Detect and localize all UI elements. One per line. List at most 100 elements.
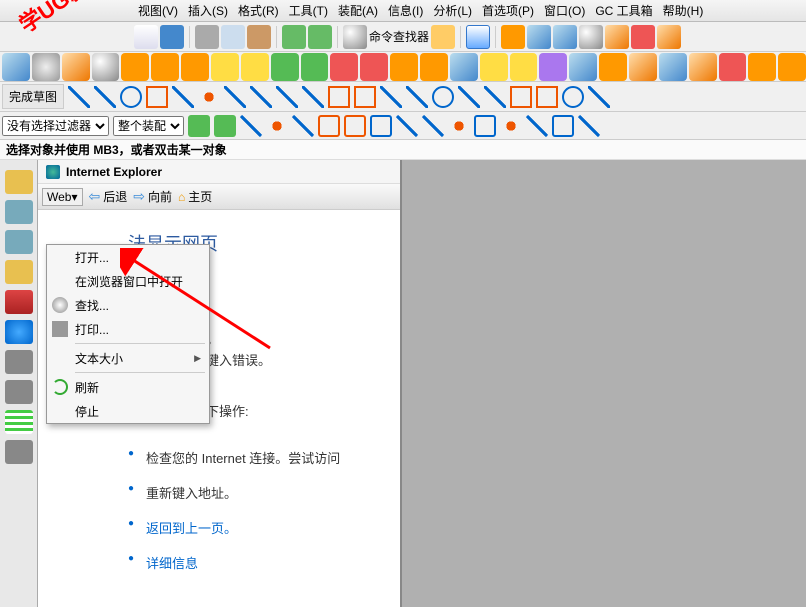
fillet-icon[interactable] [224, 86, 246, 108]
block-icon[interactable] [2, 53, 30, 81]
menu-refresh[interactable]: 刷新 [47, 375, 209, 399]
mirror-curve-icon[interactable] [354, 86, 376, 108]
reuse-icon[interactable] [5, 260, 33, 284]
thicken-icon[interactable] [689, 53, 717, 81]
draft-icon[interactable] [420, 53, 448, 81]
menu-find[interactable]: 查找... [47, 293, 209, 317]
menu-open[interactable]: 打开... [47, 245, 209, 269]
menu-stop[interactable]: 停止 [47, 399, 209, 423]
menu-print[interactable]: 打印... [47, 317, 209, 341]
sel5-icon[interactable] [292, 115, 314, 137]
assembly-nav-icon[interactable] [5, 200, 33, 224]
constraint-nav-icon[interactable] [5, 230, 33, 254]
pad-icon[interactable] [301, 53, 329, 81]
snap6-icon[interactable] [526, 115, 548, 137]
snap4-icon[interactable] [474, 115, 496, 137]
filter-select[interactable]: 没有选择过滤器 [2, 116, 109, 136]
revolve-icon[interactable] [151, 53, 179, 81]
arc-icon[interactable] [94, 86, 116, 108]
menu-format[interactable]: 格式(R) [234, 0, 283, 21]
feature3-icon[interactable] [778, 53, 806, 81]
sel3-icon[interactable] [240, 115, 262, 137]
back-button[interactable]: ⇦后退 [89, 188, 128, 205]
assembly-select[interactable]: 整个装配 [113, 116, 184, 136]
wireframe-icon[interactable] [553, 25, 577, 49]
extra-icon[interactable] [5, 440, 33, 464]
snap7-icon[interactable] [552, 115, 574, 137]
home-button[interactable]: ⌂主页 [178, 188, 212, 205]
constraint-icon[interactable] [406, 86, 428, 108]
shade-icon[interactable] [527, 25, 551, 49]
line-icon[interactable] [68, 86, 90, 108]
feature2-icon[interactable] [748, 53, 776, 81]
graphics-viewport[interactable] [402, 160, 806, 607]
snap5-icon[interactable] [500, 115, 522, 137]
sk2-icon[interactable] [458, 86, 480, 108]
offset-curve-icon[interactable] [302, 86, 324, 108]
subtract-icon[interactable] [510, 53, 538, 81]
snap1-icon[interactable] [396, 115, 418, 137]
sel7-icon[interactable] [344, 115, 366, 137]
view2-icon[interactable] [657, 25, 681, 49]
suggestion-go-back[interactable]: 返回到上一页。 [128, 510, 390, 545]
project-icon[interactable] [328, 86, 350, 108]
snap3-icon[interactable] [448, 115, 470, 137]
menu-view[interactable]: 视图(V) [134, 0, 182, 21]
scale-icon[interactable] [659, 53, 687, 81]
web-menu-button[interactable]: Web▾ [42, 188, 83, 206]
shell-icon[interactable] [390, 53, 418, 81]
system-icon[interactable] [5, 380, 33, 404]
menu-tools[interactable]: 工具(T) [285, 0, 332, 21]
sel8-icon[interactable] [370, 115, 392, 137]
sk1-icon[interactable] [432, 86, 454, 108]
save-icon[interactable] [160, 25, 184, 49]
trim-curve-icon[interactable] [250, 86, 272, 108]
menu-analysis[interactable]: 分析(L) [429, 0, 476, 21]
suggestion-details[interactable]: 详细信息 [128, 545, 390, 580]
unite-icon[interactable] [480, 53, 508, 81]
redo-icon[interactable] [308, 25, 332, 49]
paste-icon[interactable] [247, 25, 271, 49]
part-navigator-icon[interactable] [5, 170, 33, 194]
forward-button[interactable]: ⇨向前 [133, 188, 172, 205]
pattern-icon[interactable] [599, 53, 627, 81]
mirror-icon[interactable] [569, 53, 597, 81]
chamfer-icon[interactable] [360, 53, 388, 81]
menu-gc-toolbox[interactable]: GC 工具箱 [591, 0, 656, 21]
snap2-icon[interactable] [422, 115, 444, 137]
snap8-icon[interactable] [578, 115, 600, 137]
sk7-icon[interactable] [588, 86, 610, 108]
copy-icon[interactable] [221, 25, 245, 49]
menu-prefs[interactable]: 首选项(P) [478, 0, 538, 21]
blend-icon[interactable] [330, 53, 358, 81]
menu-insert[interactable]: 插入(S) [184, 0, 232, 21]
sk4-icon[interactable] [510, 86, 532, 108]
undo-icon[interactable] [282, 25, 306, 49]
menu-text-size[interactable]: 文本大小 [47, 346, 209, 370]
pocket-icon[interactable] [271, 53, 299, 81]
offset-icon[interactable] [629, 53, 657, 81]
boss-icon[interactable] [241, 53, 269, 81]
ie-tab-icon[interactable] [5, 320, 33, 344]
point-icon[interactable] [198, 86, 220, 108]
sphere-icon[interactable] [92, 53, 120, 81]
sweep-icon[interactable] [181, 53, 209, 81]
dim-icon[interactable] [380, 86, 402, 108]
sk6-icon[interactable] [562, 86, 584, 108]
circle-icon[interactable] [120, 86, 142, 108]
select-mode-icon[interactable] [501, 25, 525, 49]
sel2-icon[interactable] [214, 115, 236, 137]
cone-icon[interactable] [62, 53, 90, 81]
menu-window[interactable]: 窗口(O) [540, 0, 589, 21]
sel4-icon[interactable] [266, 115, 288, 137]
sel6-icon[interactable] [318, 115, 340, 137]
history-icon[interactable] [5, 350, 33, 374]
rectangle-icon[interactable] [146, 86, 168, 108]
menu-open-in-browser[interactable]: 在浏览器窗口中打开 [47, 269, 209, 293]
sel1-icon[interactable] [188, 115, 210, 137]
orient-icon[interactable] [605, 25, 629, 49]
menu-info[interactable]: 信息(I) [384, 0, 427, 21]
sk3-icon[interactable] [484, 86, 506, 108]
extend-icon[interactable] [276, 86, 298, 108]
binoculars-icon[interactable] [343, 25, 367, 49]
